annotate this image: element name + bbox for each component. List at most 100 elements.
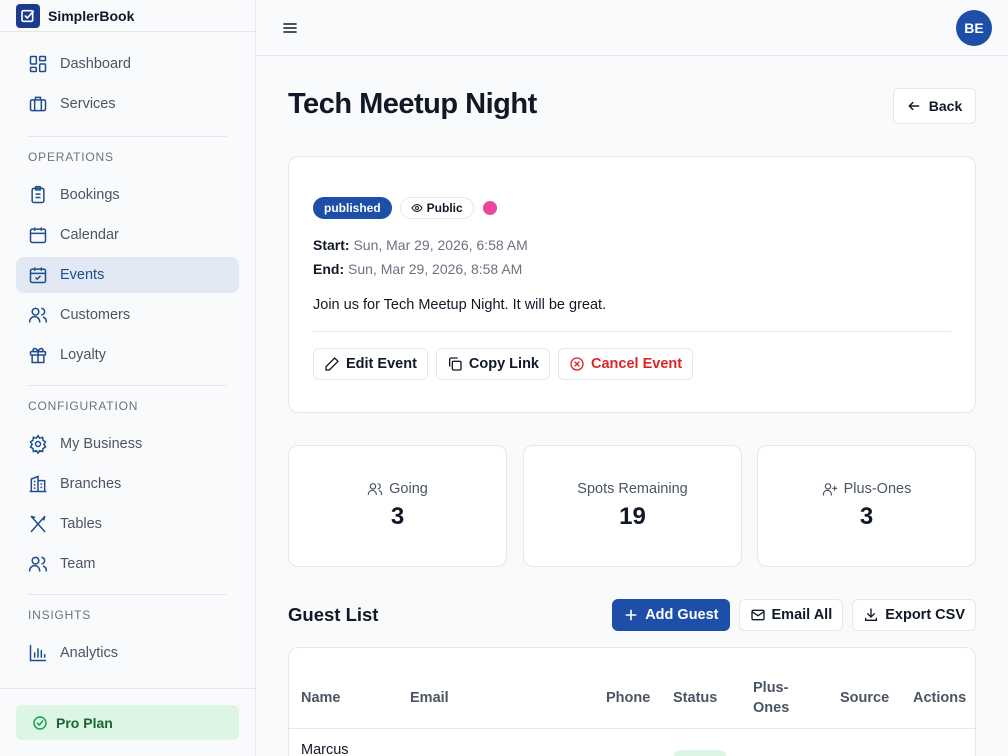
end-label: End: <box>313 261 345 277</box>
calendar-icon <box>28 225 48 245</box>
sidebar-item-branches[interactable]: Branches <box>16 466 239 502</box>
main-content: Tech Meetup Night Back published Public … <box>256 56 1008 756</box>
brand-logo-icon <box>16 3 40 28</box>
guest-list-title: Guest List <box>288 604 379 625</box>
card-divider <box>313 331 951 332</box>
sidebar-divider <box>28 136 227 137</box>
users-icon <box>28 305 48 325</box>
check-circle-icon <box>32 715 48 731</box>
section-label-insights: INSIGHTS <box>28 608 92 622</box>
pencil-icon <box>324 356 340 372</box>
arrow-left-icon <box>907 99 921 113</box>
plus-icon <box>623 607 639 623</box>
gear-icon <box>28 434 48 454</box>
sidebar-divider <box>28 385 227 386</box>
sidebar-item-dashboard[interactable]: Dashboard <box>16 46 239 82</box>
briefcase-icon <box>28 94 48 114</box>
sidebar-item-calendar[interactable]: Calendar <box>16 217 239 253</box>
sidebar-item-label: Analytics <box>60 645 119 661</box>
edit-event-button[interactable]: Edit Event <box>313 348 428 380</box>
sidebar-item-label: Tables <box>60 516 102 532</box>
add-guest-button[interactable]: Add Guest <box>612 599 730 631</box>
section-label-configuration: CONFIGURATION <box>28 399 139 413</box>
start-label: Start: <box>313 237 350 253</box>
back-button[interactable]: Back <box>893 88 976 124</box>
x-circle-icon <box>569 356 585 372</box>
sidebar-divider <box>28 594 227 595</box>
back-label: Back <box>928 98 963 114</box>
sidebar: SimplerBook Dashboard Services OPERATION… <box>0 0 256 756</box>
sidebar-item-analytics[interactable]: Analytics <box>16 635 239 671</box>
plan-badge[interactable]: Pro Plan <box>16 705 239 740</box>
sidebar-item-label: Loyalty <box>60 347 106 363</box>
event-details-card: published Public Start: Sun, Mar 29, 202… <box>288 156 976 413</box>
column-header-email: Email <box>410 690 449 706</box>
sidebar-item-label: Services <box>60 96 116 112</box>
eye-icon <box>411 202 423 214</box>
copy-link-label: Copy Link <box>468 356 539 372</box>
utensils-icon <box>28 514 48 534</box>
clipboard-icon <box>28 185 48 205</box>
menu-icon[interactable] <box>282 20 298 36</box>
column-header-status: Status <box>673 690 718 706</box>
sidebar-item-services[interactable]: Services <box>16 86 239 122</box>
calendar-check-icon <box>28 265 48 285</box>
sidebar-item-label: Events <box>60 267 105 283</box>
sidebar-item-label: Team <box>60 556 96 572</box>
avatar[interactable]: BE <box>956 10 992 46</box>
end-value: Sun, Mar 29, 2026, 8:58 AM <box>348 261 523 277</box>
column-header-source: Source <box>840 690 890 706</box>
copy-link-button[interactable]: Copy Link <box>435 348 550 380</box>
page-title: Tech Meetup Night <box>288 88 537 120</box>
sidebar-item-label: My Business <box>60 436 143 452</box>
event-color-dot <box>482 201 497 215</box>
mail-icon <box>750 607 766 623</box>
cancel-event-button[interactable]: Cancel Event <box>558 348 694 380</box>
event-description: Join us for Tech Meetup Night. It will b… <box>313 297 607 313</box>
column-header-name: Name <box>301 690 341 706</box>
sidebar-item-label: Branches <box>60 476 122 492</box>
visibility-badge: Public <box>399 197 474 219</box>
stat-label: Going <box>389 481 428 497</box>
sidebar-item-events[interactable]: Events <box>16 257 239 293</box>
brand-name: SimplerBook <box>48 7 135 24</box>
sidebar-item-loyalty[interactable]: Loyalty <box>16 337 239 373</box>
visibility-label: Public <box>426 201 463 215</box>
sidebar-item-bookings[interactable]: Bookings <box>16 177 239 213</box>
download-icon <box>863 607 879 623</box>
export-csv-label: Export CSV <box>885 607 965 623</box>
column-header-phone: Phone <box>606 690 651 706</box>
stat-card-going: Going 3 <box>288 445 507 567</box>
event-end: End: Sun, Mar 29, 2026, 8:58 AM <box>313 261 522 277</box>
stat-card-plus-ones: Plus-Ones 3 <box>757 445 976 567</box>
sidebar-item-team[interactable]: Team <box>16 546 239 582</box>
email-all-button[interactable]: Email All <box>738 599 844 631</box>
column-header-plus-ones: Plus- Ones <box>753 680 790 716</box>
dashboard-icon <box>28 54 48 74</box>
users-icon <box>367 481 383 497</box>
sidebar-item-customers[interactable]: Customers <box>16 297 239 333</box>
stat-card-spots-remaining: Spots Remaining 19 <box>523 445 742 567</box>
sidebar-item-tables[interactable]: Tables <box>16 506 239 542</box>
section-label-operations: OPERATIONS <box>28 150 114 164</box>
users-icon <box>28 554 48 574</box>
gift-icon <box>28 345 48 365</box>
edit-event-label: Edit Event <box>346 356 417 372</box>
sidebar-item-label: Calendar <box>60 227 119 243</box>
sidebar-item-label: Bookings <box>60 187 120 203</box>
guest-name: Marcus <box>301 742 349 756</box>
sidebar-item-label: Customers <box>60 307 131 323</box>
column-header-actions: Actions <box>913 690 967 706</box>
cancel-event-label: Cancel Event <box>591 356 683 372</box>
table-header-divider <box>289 728 975 729</box>
copy-icon <box>447 356 463 372</box>
plan-label: Pro Plan <box>56 714 113 731</box>
sidebar-item-label: Dashboard <box>60 56 131 72</box>
stat-value: 3 <box>390 503 405 530</box>
start-value: Sun, Mar 29, 2026, 6:58 AM <box>353 237 528 253</box>
sidebar-item-my-business[interactable]: My Business <box>16 426 239 462</box>
stat-label: Spots Remaining <box>577 481 688 497</box>
stat-value: 19 <box>619 503 646 530</box>
brand[interactable]: SimplerBook <box>0 0 255 32</box>
export-csv-button[interactable]: Export CSV <box>852 599 976 631</box>
